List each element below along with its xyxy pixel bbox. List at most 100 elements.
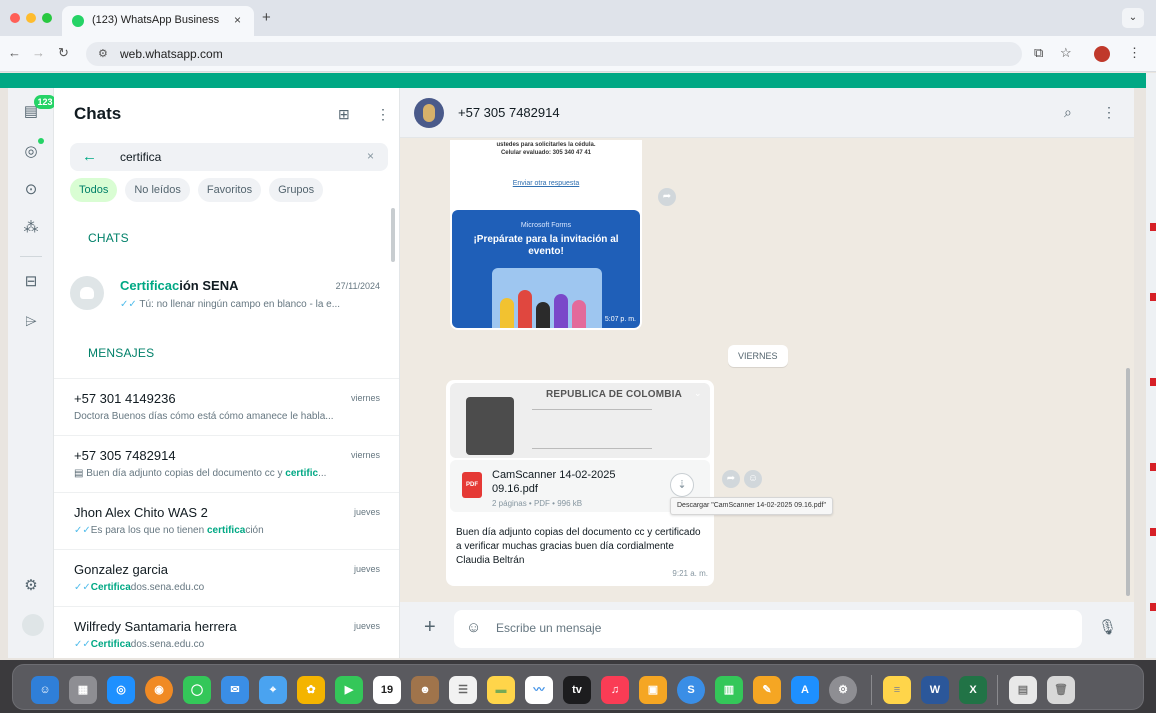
- url-text: web.whatsapp.com: [120, 47, 223, 61]
- message-result-row[interactable]: Gonzalez garcia jueves ✓✓Certificados.se…: [54, 549, 399, 605]
- list-scrollbar[interactable]: [391, 208, 395, 262]
- freeform-icon[interactable]: 〰: [525, 676, 553, 704]
- zoom-window-button[interactable]: [42, 13, 52, 23]
- reminders-icon[interactable]: ☰: [449, 676, 477, 704]
- filter-favoritos[interactable]: Favoritos: [197, 178, 262, 202]
- search-input[interactable]: certifica: [120, 150, 161, 164]
- numbers-icon[interactable]: ▥: [715, 676, 743, 704]
- skype-icon[interactable]: S: [677, 676, 705, 704]
- browser-menu-icon[interactable]: ⋮: [1128, 45, 1141, 61]
- keynote-icon[interactable]: ▣: [639, 676, 667, 704]
- filter-no-leidos[interactable]: No leídos: [125, 178, 190, 202]
- emoji-icon[interactable]: ☺: [466, 619, 481, 636]
- pdf-file-icon: PDF: [462, 472, 482, 498]
- site-settings-icon[interactable]: ⚙: [98, 47, 108, 60]
- excel-icon[interactable]: X: [959, 676, 987, 704]
- back-arrow-icon[interactable]: ←: [82, 148, 97, 165]
- facetime-icon[interactable]: ▶: [335, 676, 363, 704]
- tab-close-icon[interactable]: ×: [234, 13, 241, 27]
- channels-icon[interactable]: ⊙: [21, 180, 41, 200]
- settings-gear-icon[interactable]: ⚙: [21, 576, 41, 596]
- chat-menu-icon[interactable]: ⋮: [1102, 104, 1116, 121]
- contacts-icon[interactable]: ☻: [411, 676, 439, 704]
- clear-search-icon[interactable]: ×: [367, 149, 374, 163]
- message-result-row[interactable]: +57 301 4149236 viernes Doctora Buenos d…: [54, 378, 399, 434]
- contact-avatar[interactable]: [414, 98, 444, 128]
- message-result-row[interactable]: Jhon Alex Chito WAS 2 jueves ✓✓Es para l…: [54, 492, 399, 548]
- photos-icon[interactable]: ✿: [297, 676, 325, 704]
- section-messages: MENSAJES: [88, 346, 155, 360]
- message-result-row[interactable]: +57 305 7482914 viernes ▤ Buen día adjun…: [54, 435, 399, 491]
- status-icon[interactable]: ◎: [21, 142, 41, 162]
- forms-image-title: ¡Prepárate para la invitación al evento!: [473, 234, 619, 257]
- background-window-edge: [1146, 73, 1156, 658]
- app-store-icon[interactable]: A: [791, 676, 819, 704]
- message-menu-chevron-icon[interactable]: ⌄: [694, 388, 702, 399]
- close-window-button[interactable]: [10, 13, 20, 23]
- forward-arrow-icon[interactable]: →: [32, 45, 45, 60]
- maps-icon[interactable]: ⌖: [259, 676, 287, 704]
- dock-tray: ☺ ▦ ◎ ◉ ◯ ✉ ⌖ ✿ ▶ 19 ☻ ☰ ▬ 〰 tv ♫ ▣ S ▥ …: [12, 664, 1144, 710]
- card-text-line: ustedes para solicitarles la cédula.: [496, 142, 596, 148]
- word-icon[interactable]: W: [921, 676, 949, 704]
- profile-icon[interactable]: [22, 614, 44, 636]
- forward-icon[interactable]: ➦: [722, 470, 740, 488]
- filter-grupos[interactable]: Grupos: [269, 178, 324, 202]
- conversation-header[interactable]: +57 305 7482914 ⌕ ⋮: [400, 88, 1134, 138]
- new-chat-icon[interactable]: ⊞: [338, 106, 350, 123]
- message-time: 9:21 a. m.: [672, 569, 708, 578]
- forms-message-bubble[interactable]: ustedes para solicitarles la cédula. Cel…: [450, 140, 642, 330]
- background-marker: [1150, 603, 1156, 611]
- apple-tv-icon[interactable]: tv: [563, 676, 591, 704]
- chat-name: Certificación SENA: [120, 278, 239, 293]
- catalog-icon[interactable]: ⊟: [21, 272, 41, 292]
- trash-icon[interactable]: 🗑: [1047, 676, 1075, 704]
- download-icon[interactable]: ⇣: [670, 473, 694, 497]
- bookmark-star-icon[interactable]: ☆: [1060, 45, 1072, 61]
- reload-icon[interactable]: ↻: [58, 45, 69, 61]
- contact-name[interactable]: +57 305 7482914: [458, 105, 560, 120]
- chrome-icon[interactable]: ◉: [145, 676, 173, 704]
- stickies-icon[interactable]: ≡: [883, 676, 911, 704]
- music-icon[interactable]: ♫: [601, 676, 629, 704]
- background-marker: [1150, 293, 1156, 301]
- document-icon[interactable]: ▤: [1009, 676, 1037, 704]
- background-marker: [1150, 528, 1156, 536]
- browser-tab-whatsapp[interactable]: (123) WhatsApp Business ×: [62, 6, 254, 36]
- minimize-window-button[interactable]: [26, 13, 36, 23]
- megaphone-icon[interactable]: ⌲: [21, 312, 41, 332]
- mail-icon[interactable]: ✉: [221, 676, 249, 704]
- attach-plus-icon[interactable]: +: [424, 616, 436, 639]
- react-emoji-icon[interactable]: ☺: [744, 470, 762, 488]
- system-settings-icon[interactable]: ⚙: [829, 676, 857, 704]
- microphone-icon[interactable]: 🎙: [1098, 618, 1117, 636]
- card-text-line: Celular evaluado: 305 340 47 41: [500, 150, 592, 156]
- list-menu-icon[interactable]: ⋮: [376, 106, 390, 123]
- messages-icon[interactable]: ◯: [183, 676, 211, 704]
- chat-result-row[interactable]: Certificación SENA 27/11/2024 ✓✓ Tú: no …: [54, 264, 399, 326]
- pages-icon[interactable]: ✎: [753, 676, 781, 704]
- message-input[interactable]: ☺ Escribe un mensaje: [454, 610, 1082, 648]
- search-icon[interactable]: ⌕: [1064, 104, 1072, 121]
- filter-todos[interactable]: Todos: [70, 178, 118, 202]
- conversation-scrollbar[interactable]: [1126, 368, 1130, 596]
- safari-icon[interactable]: ◎: [107, 676, 135, 704]
- new-tab-button[interactable]: +: [262, 9, 271, 26]
- url-field[interactable]: ⚙ web.whatsapp.com: [86, 42, 1022, 66]
- document-preview-image[interactable]: REPUBLICA DE COLOMBIA ⌄: [450, 383, 710, 458]
- back-arrow-icon[interactable]: ←: [8, 45, 21, 60]
- tab-search-button[interactable]: ⌄: [1122, 8, 1144, 28]
- search-box[interactable]: ← certifica ×: [70, 143, 388, 171]
- message-result-row[interactable]: Wilfredy Santamaria herrera jueves ✓✓Cer…: [54, 606, 399, 658]
- forward-icon[interactable]: ➦: [658, 188, 676, 206]
- profile-avatar[interactable]: [1094, 46, 1110, 62]
- calendar-icon[interactable]: 19: [373, 676, 401, 704]
- document-message-bubble[interactable]: REPUBLICA DE COLOMBIA ⌄ PDF CamScanner 1…: [446, 380, 714, 586]
- send-another-response-link[interactable]: Enviar otra respuesta: [450, 180, 642, 187]
- launchpad-icon[interactable]: ▦: [69, 676, 97, 704]
- finder-icon[interactable]: ☺: [31, 676, 59, 704]
- communities-icon[interactable]: ⁂: [21, 218, 41, 238]
- cast-icon[interactable]: ⧉: [1034, 45, 1043, 61]
- notes-icon[interactable]: ▬: [487, 676, 515, 704]
- forms-invitation-image[interactable]: Microsoft Forms ¡Prepárate para la invit…: [452, 210, 640, 328]
